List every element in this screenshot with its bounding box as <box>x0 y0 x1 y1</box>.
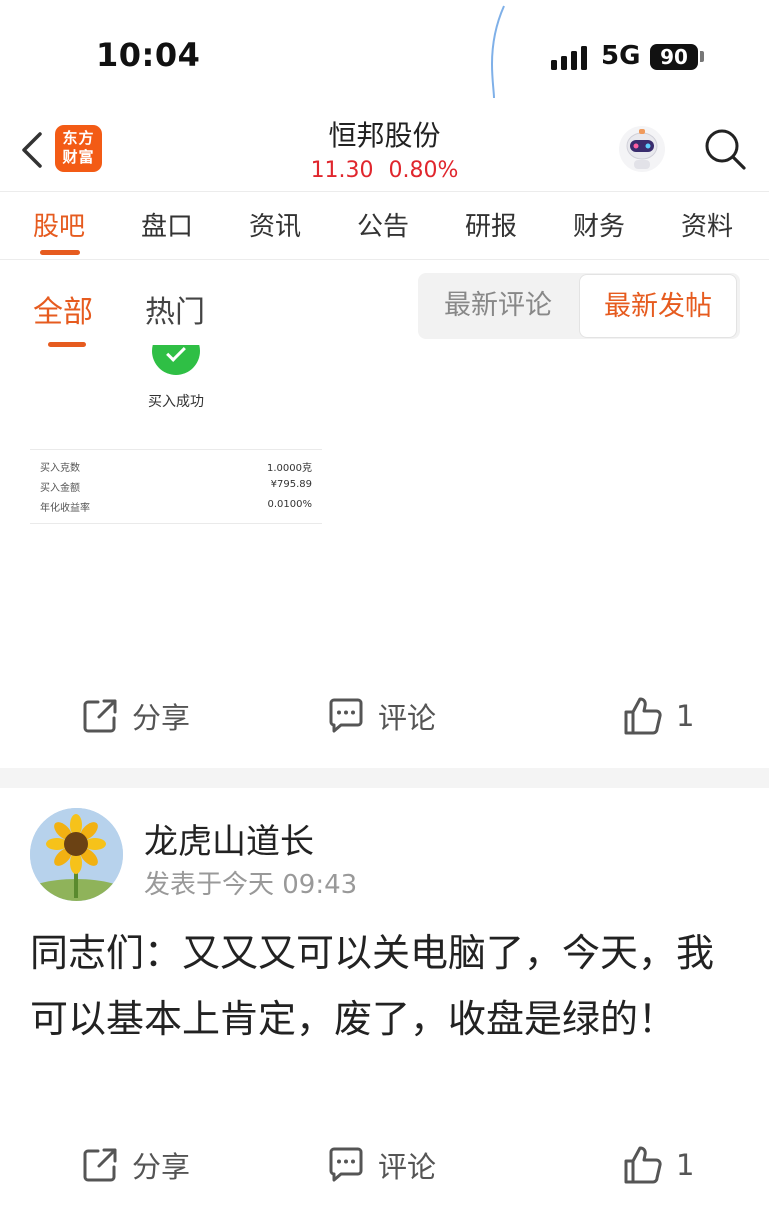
tab-research[interactable]: 研报 <box>451 206 531 243</box>
post-image-receipt[interactable]: 买入成功 买入克数 1.0000克 买入金额 ¥795.89 年化收益率 0.0… <box>28 345 324 535</box>
like-button[interactable]: 1 <box>622 1135 694 1195</box>
share-icon <box>83 699 117 733</box>
receipt-row-label: 年化收益率 <box>40 503 90 514</box>
tab-news[interactable]: 资讯 <box>235 206 315 243</box>
like-icon <box>624 1146 662 1184</box>
stock-tabs: 股吧 盘口 资讯 公告 研报 财务 资料 <box>0 192 769 260</box>
post-author[interactable]: 龙虎山道长 <box>144 814 314 863</box>
subtab-all[interactable]: 全部 <box>33 287 93 331</box>
comment-label: 评论 <box>378 1150 437 1184</box>
receipt-row-value: 1.0000克 <box>267 463 312 474</box>
receipt-row-value: ¥795.89 <box>270 479 312 490</box>
share-button[interactable]: 分享 <box>80 1135 190 1195</box>
sort-latest-post[interactable]: 最新发帖 <box>579 274 737 338</box>
status-time: 10:04 <box>96 36 201 74</box>
stock-price: 11.30 <box>310 158 374 183</box>
subtab-hot[interactable]: 热门 <box>145 287 205 331</box>
like-button[interactable]: 1 <box>622 686 694 746</box>
signal-icon <box>551 46 587 70</box>
receipt-row-value: 0.0100% <box>267 499 313 510</box>
stock-header: 东方 财富 恒邦股份 11.30 0.80% <box>0 110 769 192</box>
status-bar: 10:04 5G 90 <box>0 0 769 110</box>
battery-tip <box>700 51 704 62</box>
check-icon <box>152 345 200 375</box>
share-button[interactable]: 分享 <box>80 686 190 746</box>
stock-change: 0.80% <box>388 158 459 183</box>
share-icon <box>83 1148 117 1182</box>
post-action-bar: 分享 评论 1 <box>0 686 769 746</box>
tab-announcements[interactable]: 公告 <box>343 206 423 243</box>
tab-pankou[interactable]: 盘口 <box>127 206 207 243</box>
like-count: 1 <box>676 699 695 733</box>
tab-guba[interactable]: 股吧 <box>19 206 99 243</box>
receipt-title: 买入成功 <box>148 394 204 410</box>
comment-button[interactable]: 评论 <box>326 686 436 746</box>
pen-scribble <box>490 5 505 99</box>
comment-icon <box>329 1147 363 1182</box>
receipt-row-label: 买入金额 <box>40 483 80 494</box>
avatar[interactable] <box>30 808 123 901</box>
comment-button[interactable]: 评论 <box>326 1135 436 1195</box>
like-icon <box>624 697 662 735</box>
battery-icon: 90 <box>650 44 698 70</box>
network-type: 5G <box>601 41 641 71</box>
post-separator <box>0 768 769 788</box>
tab-finance[interactable]: 财务 <box>559 206 639 243</box>
post-body[interactable]: 同志们：又又又可以关电脑了，今天，我可以基本上肯定，废了，收盘是绿的！ <box>30 920 730 1052</box>
sort-latest-comment[interactable]: 最新评论 <box>418 273 578 339</box>
comment-icon <box>329 698 363 733</box>
sort-toggle: 最新评论 最新发帖 <box>418 273 740 339</box>
share-label: 分享 <box>132 701 191 735</box>
share-label: 分享 <box>132 1150 191 1184</box>
post-time: 发表于今天 09:43 <box>144 870 358 900</box>
like-count: 1 <box>676 1148 695 1182</box>
tab-profile[interactable]: 资料 <box>667 206 747 243</box>
search-icon[interactable] <box>702 126 748 172</box>
post-action-bar: 分享 评论 1 <box>0 1135 769 1195</box>
tab-active-indicator <box>40 250 80 255</box>
robot-avatar-icon[interactable] <box>617 124 667 174</box>
sunflower-avatar-icon <box>30 808 123 901</box>
receipt-divider <box>30 449 322 450</box>
receipt-row-label: 买入克数 <box>40 463 80 474</box>
comment-label: 评论 <box>378 701 437 735</box>
receipt-divider <box>30 523 322 524</box>
